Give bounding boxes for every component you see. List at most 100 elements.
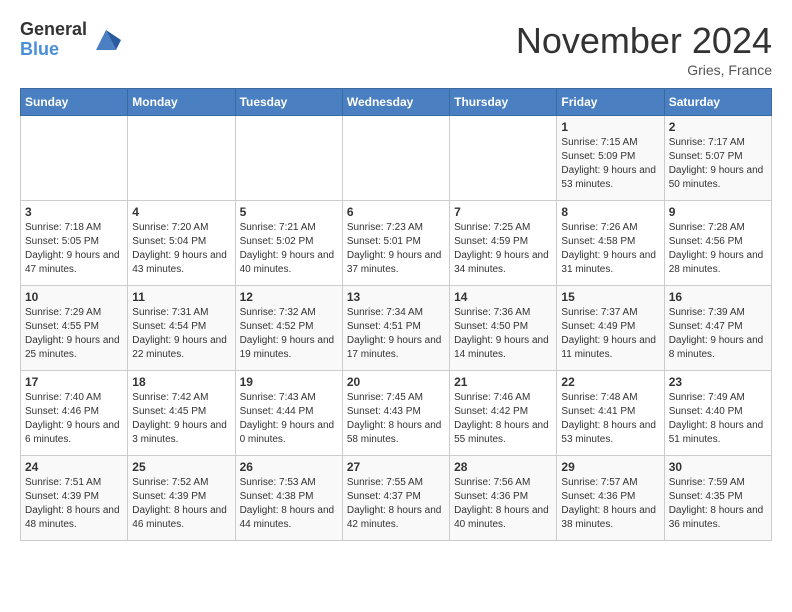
day-number: 3 xyxy=(25,205,123,219)
day-cell: 3Sunrise: 7:18 AM Sunset: 5:05 PM Daylig… xyxy=(21,201,128,286)
day-number: 21 xyxy=(454,375,552,389)
day-info: Sunrise: 7:34 AM Sunset: 4:51 PM Dayligh… xyxy=(347,306,445,362)
day-info: Sunrise: 7:31 AM Sunset: 4:54 PM Dayligh… xyxy=(132,306,230,362)
day-number: 16 xyxy=(669,290,767,304)
day-info: Sunrise: 7:57 AM Sunset: 4:36 PM Dayligh… xyxy=(561,476,659,532)
week-row-4: 17 Sunrise: 7:40 AM Sunset: 4:46 PM Dayli… xyxy=(21,371,772,456)
day-cell xyxy=(128,116,235,201)
logo: General Blue xyxy=(20,20,121,60)
day-cell xyxy=(450,116,557,201)
logo-general-text: General xyxy=(20,20,87,40)
day-number: 26 xyxy=(240,460,338,474)
day-number: 7 xyxy=(454,205,552,219)
day-cell: 12Sunrise: 7:32 AM Sunset: 4:52 PM Dayli… xyxy=(235,286,342,371)
title-block: November 2024 Gries, France xyxy=(516,20,772,78)
day-info: Sunrise: 7:39 AM Sunset: 4:47 PM Dayligh… xyxy=(669,306,767,362)
day-cell: 10 Sunrise: 7:29 AM Sunset: 4:55 PM Dayli… xyxy=(21,286,128,371)
day-number: 20 xyxy=(347,375,445,389)
day-info: Sunrise: 7:29 AM Sunset: 4:55 PM Dayligh… xyxy=(25,306,123,362)
week-row-3: 10 Sunrise: 7:29 AM Sunset: 4:55 PM Dayli… xyxy=(21,286,772,371)
day-cell: 19Sunrise: 7:43 AM Sunset: 4:44 PM Dayli… xyxy=(235,371,342,456)
day-info: Sunrise: 7:37 AM Sunset: 4:49 PM Dayligh… xyxy=(561,306,659,362)
day-number: 14 xyxy=(454,290,552,304)
logo-icon xyxy=(91,25,121,55)
day-cell: 8 Sunrise: 7:26 AM Sunset: 4:58 PM Daylig… xyxy=(557,201,664,286)
day-number: 25 xyxy=(132,460,230,474)
day-info: Sunrise: 7:23 AM Sunset: 5:01 PM Dayligh… xyxy=(347,221,445,277)
day-cell: 27 Sunrise: 7:55 AM Sunset: 4:37 PM Dayli… xyxy=(342,456,449,541)
day-info: Sunrise: 7:45 AM Sunset: 4:43 PM Dayligh… xyxy=(347,391,445,447)
day-number: 11 xyxy=(132,290,230,304)
day-cell: 26 Sunrise: 7:53 AM Sunset: 4:38 PM Dayli… xyxy=(235,456,342,541)
day-info: Sunrise: 7:15 AM Sunset: 5:09 PM Dayligh… xyxy=(561,136,659,192)
day-cell: 28 Sunrise: 7:56 AM Sunset: 4:36 PM Dayli… xyxy=(450,456,557,541)
day-number: 23 xyxy=(669,375,767,389)
day-cell: 24Sunrise: 7:51 AM Sunset: 4:39 PM Dayli… xyxy=(21,456,128,541)
day-number: 17 xyxy=(25,375,123,389)
day-info: Sunrise: 7:53 AM Sunset: 4:38 PM Dayligh… xyxy=(240,476,338,532)
day-cell xyxy=(342,116,449,201)
day-info: Sunrise: 7:52 AM Sunset: 4:39 PM Dayligh… xyxy=(132,476,230,532)
day-info: Sunrise: 7:40 AM Sunset: 4:46 PM Dayligh… xyxy=(25,391,123,447)
day-number: 27 xyxy=(347,460,445,474)
day-cell: 22 Sunrise: 7:48 AM Sunset: 4:41 PM Dayli… xyxy=(557,371,664,456)
logo-blue-text: Blue xyxy=(20,40,87,60)
day-number: 6 xyxy=(347,205,445,219)
day-info: Sunrise: 7:28 AM Sunset: 4:56 PM Dayligh… xyxy=(669,221,767,277)
day-info: Sunrise: 7:56 AM Sunset: 4:36 PM Dayligh… xyxy=(454,476,552,532)
day-cell: 5Sunrise: 7:21 AM Sunset: 5:02 PM Daylig… xyxy=(235,201,342,286)
day-number: 28 xyxy=(454,460,552,474)
day-cell: 18 Sunrise: 7:42 AM Sunset: 4:45 PM Dayli… xyxy=(128,371,235,456)
day-number: 18 xyxy=(132,375,230,389)
column-header-saturday: Saturday xyxy=(664,89,771,116)
day-cell: 11 Sunrise: 7:31 AM Sunset: 4:54 PM Dayli… xyxy=(128,286,235,371)
day-number: 5 xyxy=(240,205,338,219)
day-info: Sunrise: 7:26 AM Sunset: 4:58 PM Dayligh… xyxy=(561,221,659,277)
day-info: Sunrise: 7:36 AM Sunset: 4:50 PM Dayligh… xyxy=(454,306,552,362)
day-number: 24 xyxy=(25,460,123,474)
day-cell: 6 Sunrise: 7:23 AM Sunset: 5:01 PM Daylig… xyxy=(342,201,449,286)
week-row-2: 3Sunrise: 7:18 AM Sunset: 5:05 PM Daylig… xyxy=(21,201,772,286)
day-info: Sunrise: 7:20 AM Sunset: 5:04 PM Dayligh… xyxy=(132,221,230,277)
day-number: 19 xyxy=(240,375,338,389)
day-cell: 29 Sunrise: 7:57 AM Sunset: 4:36 PM Dayli… xyxy=(557,456,664,541)
day-cell xyxy=(235,116,342,201)
day-info: Sunrise: 7:46 AM Sunset: 4:42 PM Dayligh… xyxy=(454,391,552,447)
day-info: Sunrise: 7:49 AM Sunset: 4:40 PM Dayligh… xyxy=(669,391,767,447)
header-row: SundayMondayTuesdayWednesdayThursdayFrid… xyxy=(21,89,772,116)
day-cell: 7 Sunrise: 7:25 AM Sunset: 4:59 PM Daylig… xyxy=(450,201,557,286)
day-cell: 2Sunrise: 7:17 AM Sunset: 5:07 PM Daylig… xyxy=(664,116,771,201)
calendar-table: SundayMondayTuesdayWednesdayThursdayFrid… xyxy=(20,88,772,541)
day-info: Sunrise: 7:59 AM Sunset: 4:35 PM Dayligh… xyxy=(669,476,767,532)
day-info: Sunrise: 7:32 AM Sunset: 4:52 PM Dayligh… xyxy=(240,306,338,362)
day-cell: 4 Sunrise: 7:20 AM Sunset: 5:04 PM Daylig… xyxy=(128,201,235,286)
day-number: 8 xyxy=(561,205,659,219)
day-number: 1 xyxy=(561,120,659,134)
day-info: Sunrise: 7:48 AM Sunset: 4:41 PM Dayligh… xyxy=(561,391,659,447)
column-header-sunday: Sunday xyxy=(21,89,128,116)
day-info: Sunrise: 7:25 AM Sunset: 4:59 PM Dayligh… xyxy=(454,221,552,277)
day-cell: 13 Sunrise: 7:34 AM Sunset: 4:51 PM Dayli… xyxy=(342,286,449,371)
day-cell: 25 Sunrise: 7:52 AM Sunset: 4:39 PM Dayli… xyxy=(128,456,235,541)
column-header-tuesday: Tuesday xyxy=(235,89,342,116)
day-cell: 30 Sunrise: 7:59 AM Sunset: 4:35 PM Dayli… xyxy=(664,456,771,541)
day-cell: 21 Sunrise: 7:46 AM Sunset: 4:42 PM Dayli… xyxy=(450,371,557,456)
day-number: 22 xyxy=(561,375,659,389)
day-number: 10 xyxy=(25,290,123,304)
day-number: 30 xyxy=(669,460,767,474)
day-number: 4 xyxy=(132,205,230,219)
day-cell: 1 Sunrise: 7:15 AM Sunset: 5:09 PM Daylig… xyxy=(557,116,664,201)
column-header-wednesday: Wednesday xyxy=(342,89,449,116)
day-cell: 20 Sunrise: 7:45 AM Sunset: 4:43 PM Dayli… xyxy=(342,371,449,456)
day-cell xyxy=(21,116,128,201)
column-header-thursday: Thursday xyxy=(450,89,557,116)
day-info: Sunrise: 7:17 AM Sunset: 5:07 PM Dayligh… xyxy=(669,136,767,192)
day-number: 29 xyxy=(561,460,659,474)
day-number: 9 xyxy=(669,205,767,219)
day-info: Sunrise: 7:55 AM Sunset: 4:37 PM Dayligh… xyxy=(347,476,445,532)
location: Gries, France xyxy=(516,62,772,78)
day-info: Sunrise: 7:42 AM Sunset: 4:45 PM Dayligh… xyxy=(132,391,230,447)
day-cell: 23 Sunrise: 7:49 AM Sunset: 4:40 PM Dayli… xyxy=(664,371,771,456)
day-number: 13 xyxy=(347,290,445,304)
page-header: General Blue November 2024 Gries, France xyxy=(20,20,772,78)
